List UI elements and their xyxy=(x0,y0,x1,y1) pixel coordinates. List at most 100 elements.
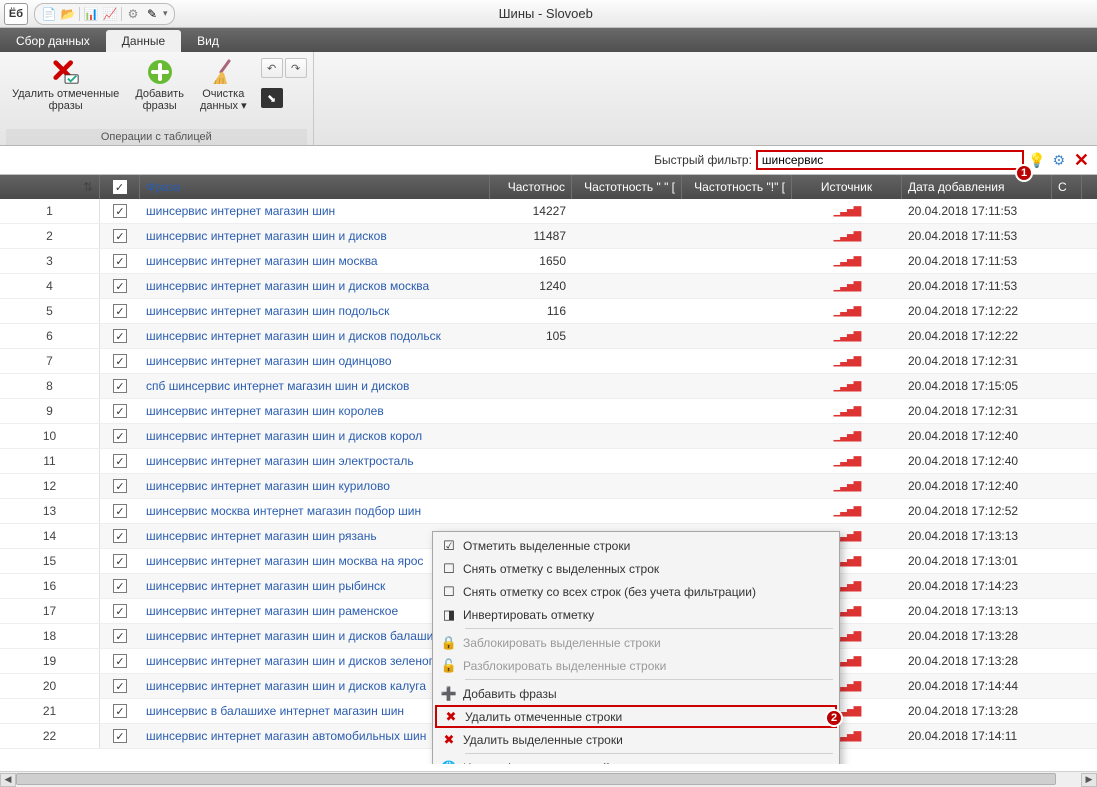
quick-filter-input[interactable] xyxy=(756,150,1024,170)
tab-data-collection[interactable]: Сбор данных xyxy=(0,30,106,52)
ctx-search-phrase[interactable]: 🌐Искать фразу в поисковой системе xyxy=(435,756,837,764)
row-source: ▁▃▅▇ xyxy=(792,324,902,348)
row-phrase[interactable]: шинсервис интернет магазин шин электрост… xyxy=(140,449,490,473)
row-checkbox[interactable]: ✓ xyxy=(100,549,140,573)
ctx-delete-selected[interactable]: ✖Удалить выделенные строки xyxy=(435,728,837,751)
scroll-left-icon[interactable]: ◀ xyxy=(0,773,16,787)
ctx-unmark-all[interactable]: ☐Снять отметку со всех строк (без учета … xyxy=(435,580,837,603)
row-checkbox[interactable]: ✓ xyxy=(100,249,140,273)
row-phrase[interactable]: шинсервис интернет магазин шин и дисков … xyxy=(140,424,490,448)
row-date: 20.04.2018 17:14:11 xyxy=(902,724,1052,748)
row-phrase[interactable]: шинсервис интернет магазин шин москва xyxy=(140,249,490,273)
row-phrase[interactable]: шинсервис интернет магазин шин курилово xyxy=(140,474,490,498)
table-row[interactable]: 13✓шинсервис москва интернет магазин под… xyxy=(0,499,1097,524)
col-source[interactable]: Источник xyxy=(792,175,902,199)
ctx-delete-marked[interactable]: ✖Удалить отмеченные строки 2 xyxy=(435,705,837,728)
check-icon: ☑ xyxy=(435,538,463,554)
ctx-mark-selected[interactable]: ☑Отметить выделенные строки xyxy=(435,534,837,557)
row-checkbox[interactable]: ✓ xyxy=(100,724,140,748)
delete-marked-phrases-button[interactable]: Удалить отмеченные фразы xyxy=(6,56,125,114)
row-checkbox[interactable]: ✓ xyxy=(100,674,140,698)
table-row[interactable]: 2✓шинсервис интернет магазин шин и диско… xyxy=(0,224,1097,249)
table-row[interactable]: 6✓шинсервис интернет магазин шин и диско… xyxy=(0,324,1097,349)
col-last[interactable]: С xyxy=(1052,175,1082,199)
table-row[interactable]: 12✓шинсервис интернет магазин шин курило… xyxy=(0,474,1097,499)
scroll-track[interactable] xyxy=(16,773,1081,787)
row-extra xyxy=(1052,299,1082,323)
scroll-right-icon[interactable]: ▶ xyxy=(1081,773,1097,787)
tab-data[interactable]: Данные xyxy=(106,30,181,52)
row-checkbox[interactable]: ✓ xyxy=(100,474,140,498)
row-checkbox[interactable]: ✓ xyxy=(100,424,140,448)
row-phrase[interactable]: шинсервис москва интернет магазин подбор… xyxy=(140,499,490,523)
row-phrase[interactable]: шинсервис интернет магазин шин подольск xyxy=(140,299,490,323)
row-checkbox[interactable]: ✓ xyxy=(100,599,140,623)
col-check-all[interactable]: ✓ xyxy=(100,175,140,199)
row-phrase[interactable]: шинсервис интернет магазин шин королев xyxy=(140,399,490,423)
row-checkbox[interactable]: ✓ xyxy=(100,524,140,548)
title-bar: Ёб 📄 📂 📊 📈 ⚙ ✎ ▾ Шины - Slovoeb xyxy=(0,0,1097,28)
table-row[interactable]: 7✓шинсервис интернет магазин шин одинцов… xyxy=(0,349,1097,374)
row-source: ▁▃▅▇ xyxy=(792,499,902,523)
table-row[interactable]: 8✓спб шинсервис интернет магазин шин и д… xyxy=(0,374,1097,399)
table-row[interactable]: 11✓шинсервис интернет магазин шин электр… xyxy=(0,449,1097,474)
row-phrase[interactable]: спб шинсервис интернет магазин шин и дис… xyxy=(140,374,490,398)
qat-wand-icon[interactable]: ✎ xyxy=(144,6,160,22)
tab-view[interactable]: Вид xyxy=(181,30,235,52)
row-phrase[interactable]: шинсервис интернет магазин шин xyxy=(140,199,490,223)
filter-close-icon[interactable]: ✕ xyxy=(1074,150,1089,171)
ctx-invert-mark[interactable]: ◨Инвертировать отметку xyxy=(435,603,837,626)
col-sort-icon[interactable]: ⇅ xyxy=(0,175,100,199)
table-row[interactable]: 4✓шинсервис интернет магазин шин и диско… xyxy=(0,274,1097,299)
row-checkbox[interactable]: ✓ xyxy=(100,499,140,523)
row-checkbox[interactable]: ✓ xyxy=(100,574,140,598)
table-row[interactable]: 1✓шинсервис интернет магазин шин14227▁▃▅… xyxy=(0,199,1097,224)
filter-settings-icon[interactable]: ⚙ xyxy=(1050,151,1068,169)
row-checkbox[interactable]: ✓ xyxy=(100,449,140,473)
expand-button[interactable]: ⬊ xyxy=(261,88,283,108)
row-checkbox[interactable]: ✓ xyxy=(100,299,140,323)
row-checkbox[interactable]: ✓ xyxy=(100,699,140,723)
row-checkbox[interactable]: ✓ xyxy=(100,224,140,248)
qat-dropdown-icon[interactable]: ▾ xyxy=(163,8,168,19)
row-phrase[interactable]: шинсервис интернет магазин шин и дисков … xyxy=(140,324,490,348)
row-checkbox[interactable]: ✓ xyxy=(100,324,140,348)
col-freq[interactable]: Частотнос xyxy=(490,175,572,199)
col-freq-quoted[interactable]: Частотность " " [ xyxy=(572,175,682,199)
col-freq-exact[interactable]: Частотность "!" [ xyxy=(682,175,792,199)
qat-stats-icon[interactable]: 📈 xyxy=(102,6,118,22)
row-checkbox[interactable]: ✓ xyxy=(100,624,140,648)
ctx-add-phrases[interactable]: ➕Добавить фразы xyxy=(435,682,837,705)
row-checkbox[interactable]: ✓ xyxy=(100,349,140,373)
qat-chart-icon[interactable]: 📊 xyxy=(83,6,99,22)
qat-new-icon[interactable]: 📄 xyxy=(41,6,57,22)
table-row[interactable]: 10✓шинсервис интернет магазин шин и диск… xyxy=(0,424,1097,449)
row-checkbox[interactable]: ✓ xyxy=(100,399,140,423)
redo-button[interactable]: ↷ xyxy=(285,58,307,78)
table-row[interactable]: 9✓шинсервис интернет магазин шин королев… xyxy=(0,399,1097,424)
row-freq-quoted xyxy=(572,399,682,423)
row-phrase[interactable]: шинсервис интернет магазин шин и дисков xyxy=(140,224,490,248)
row-checkbox[interactable]: ✓ xyxy=(100,374,140,398)
row-number: 7 xyxy=(0,349,100,373)
row-phrase[interactable]: шинсервис интернет магазин шин и дисков … xyxy=(140,274,490,298)
row-checkbox[interactable]: ✓ xyxy=(100,199,140,223)
row-phrase[interactable]: шинсервис интернет магазин шин одинцово xyxy=(140,349,490,373)
add-phrases-button[interactable]: Добавить фразы xyxy=(129,56,190,114)
row-freq-quoted xyxy=(572,324,682,348)
qat-open-icon[interactable]: 📂 xyxy=(60,6,76,22)
undo-button[interactable]: ↶ xyxy=(261,58,283,78)
qat-gear-icon[interactable]: ⚙ xyxy=(125,6,141,22)
scroll-thumb[interactable] xyxy=(16,773,1056,785)
horizontal-scrollbar[interactable]: ◀ ▶ xyxy=(0,771,1097,787)
row-freq xyxy=(490,399,572,423)
col-phrase[interactable]: Фраза xyxy=(140,175,490,199)
ctx-unmark-selected[interactable]: ☐Снять отметку с выделенных строк xyxy=(435,557,837,580)
row-date: 20.04.2018 17:12:31 xyxy=(902,399,1052,423)
row-checkbox[interactable]: ✓ xyxy=(100,274,140,298)
add-plus-icon: ➕ xyxy=(435,686,463,702)
table-row[interactable]: 5✓шинсервис интернет магазин шин подольс… xyxy=(0,299,1097,324)
table-row[interactable]: 3✓шинсервис интернет магазин шин москва1… xyxy=(0,249,1097,274)
clean-data-button[interactable]: Очистка данных ▾ xyxy=(194,56,253,114)
row-checkbox[interactable]: ✓ xyxy=(100,649,140,673)
